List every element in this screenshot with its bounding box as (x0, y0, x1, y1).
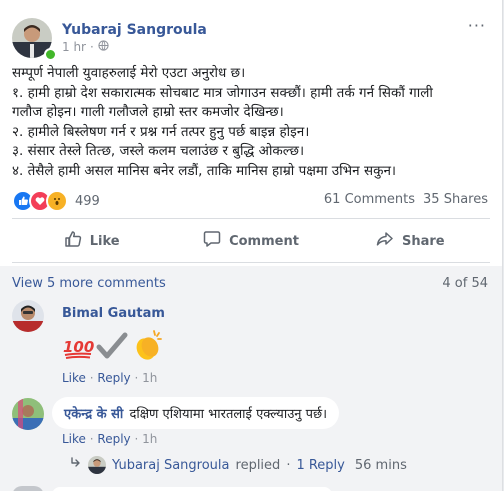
post-line: २. हामीले बिस्लेषण गर्न र प्रश्न गर्न तत… (12, 123, 310, 140)
comment-actions: Like · Reply · 1h (62, 432, 157, 446)
online-status-dot (44, 48, 57, 61)
comment-time[interactable]: 1h (142, 371, 157, 385)
comment-button[interactable]: Comment (171, 222, 330, 260)
comment-bubble: एकेन्द्र के सी दक्षिण एशियामा भारतलाई एक… (52, 397, 340, 429)
actions-separator: · (89, 371, 94, 385)
share-button[interactable]: Share (331, 222, 490, 260)
next-comment-peek (12, 486, 44, 491)
commenter-avatar[interactable] (12, 398, 44, 430)
comment-bubble-icon (203, 230, 221, 252)
reply-arrow-icon (70, 457, 82, 473)
replier-avatar (88, 456, 106, 474)
replies-summary[interactable]: Yubaraj Sangroula replied · 1 Reply 56 m… (70, 456, 407, 474)
next-comment-peek (52, 487, 332, 491)
divider (12, 218, 490, 219)
post-line: ४. तेसैले हामी असल मानिस बनेर लडौं, ताकि… (12, 162, 397, 179)
clapping-hands-icon (130, 328, 164, 366)
commenter-avatar[interactable] (12, 300, 44, 332)
comment-like-link[interactable]: Like (62, 432, 86, 446)
share-arrow-icon (376, 230, 394, 252)
reply-count-link[interactable]: 1 Reply (296, 458, 344, 473)
replier-name[interactable]: Yubaraj Sangroula (112, 458, 230, 473)
actions-separator: · (134, 371, 139, 385)
like-button[interactable]: Like (12, 222, 171, 260)
post-line: सम्पूर्ण नेपाली युवाहरुलाई मेरो एउटा अनु… (12, 65, 246, 81)
globe-icon (98, 40, 109, 54)
comment-like-link[interactable]: Like (62, 371, 86, 385)
post-card: Yubaraj Sangroula 1 hr · ··· सम्पूर्ण ने… (0, 0, 503, 491)
view-more-comments-link[interactable]: View 5 more comments (12, 276, 166, 291)
comment-label: Comment (229, 233, 299, 249)
replied-label: replied (235, 457, 281, 473)
comment-emojis: 100 (62, 328, 164, 366)
post-author-name[interactable]: Yubaraj Sangroula (62, 22, 207, 38)
thumbs-up-icon (64, 230, 82, 252)
post-meta: 1 hr · (62, 40, 109, 54)
hundred-points-icon: 100 (62, 330, 94, 366)
reactions-summary[interactable]: 499 (12, 190, 100, 212)
post-time[interactable]: 1 hr (62, 40, 86, 54)
comment-reply-link[interactable]: Reply (97, 432, 130, 446)
post-line: १. हामी हाम्रो देश सकारात्मक सोचबाट मात्… (12, 84, 433, 101)
post-line: गलौज होइन। गाली गलौजले हाम्रो स्तर कमजोर… (12, 104, 284, 120)
comments-pagination: 4 of 54 (442, 276, 488, 291)
commenter-name[interactable]: Bimal Gautam (62, 306, 165, 321)
post-body: सम्पूर्ण नेपाली युवाहरुलाई मेरो एउटा अनु… (12, 64, 494, 181)
actions-separator: · (134, 432, 139, 446)
post-stats: 61 Comments 35 Shares (324, 192, 488, 207)
share-label: Share (402, 233, 445, 249)
wow-reaction-icon (46, 190, 68, 212)
divider (12, 262, 490, 263)
post-options-icon[interactable]: ··· (468, 16, 486, 35)
meta-separator: · (90, 40, 94, 54)
post-line: ३. संसार तेस्ले तित्छ, जस्ले कलम चलाउंछ … (12, 143, 305, 159)
post-action-bar: Like Comment Share (12, 222, 490, 260)
commenter-name[interactable]: एकेन्द्र के सी (64, 407, 123, 422)
heavy-check-mark-icon (96, 330, 128, 366)
shares-count-link[interactable]: 35 Shares (423, 192, 488, 207)
comment-actions: Like · Reply · 1h (62, 371, 157, 385)
reply-time: 56 mins (354, 457, 407, 473)
reaction-count: 499 (75, 193, 100, 209)
like-label: Like (89, 233, 120, 249)
comment-reply-link[interactable]: Reply (97, 371, 130, 385)
comment-time[interactable]: 1h (142, 432, 157, 446)
actions-separator: · (89, 432, 94, 446)
comments-count-link[interactable]: 61 Comments (324, 192, 415, 207)
reply-separator: · (286, 457, 291, 473)
comment-text: दक्षिण एशियामा भारतलाई एक्ल्याउनु पर्छ। (129, 407, 328, 422)
